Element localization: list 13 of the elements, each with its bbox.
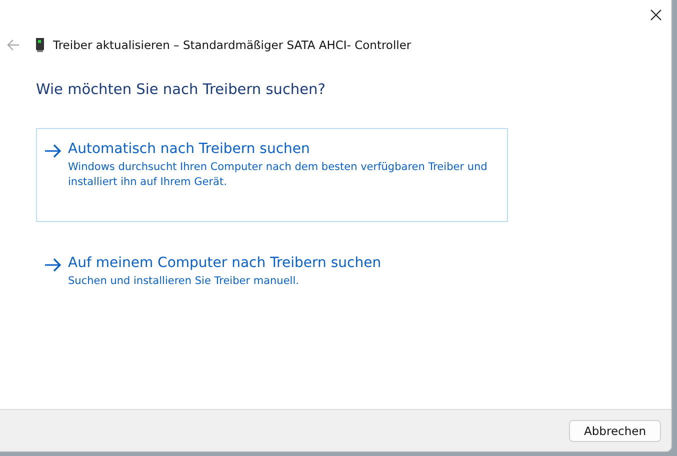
arrow-icon [44,144,62,158]
heading: Wie möchten Sie nach Treibern suchen? [36,82,326,98]
close-icon[interactable] [650,9,662,21]
window-title: Treiber aktualisieren – Standardmäßiger SATA AHCI- Controller [53,38,412,52]
cancel-button[interactable]: Abbrechen [569,420,661,442]
option-card[interactable]: Auf meinem Computer nach Treibern suchen Suchen und installieren Sie Treiber manuell. [36,242,508,300]
arrow-icon [44,258,62,272]
option-title: Auf meinem Computer nach Treibern suchen [68,255,382,271]
option-card[interactable]: Automatisch nach Treibern suchen Windows durchsucht Ihren Computer nach dem besten verfügbaren Treiber und installiert ihn auf Ihrem Gerät. [36,128,508,222]
option-title: Automatisch nach Treibern suchen [68,141,311,157]
drive-icon [36,38,44,52]
option-description: Suchen und installieren Sie Treiber manuell. [68,274,300,289]
option-description: Windows durchsucht Ihren Computer nach dem besten verfügbaren Treiber und installiert ihn auf Ihrem Gerät. [68,160,488,190]
